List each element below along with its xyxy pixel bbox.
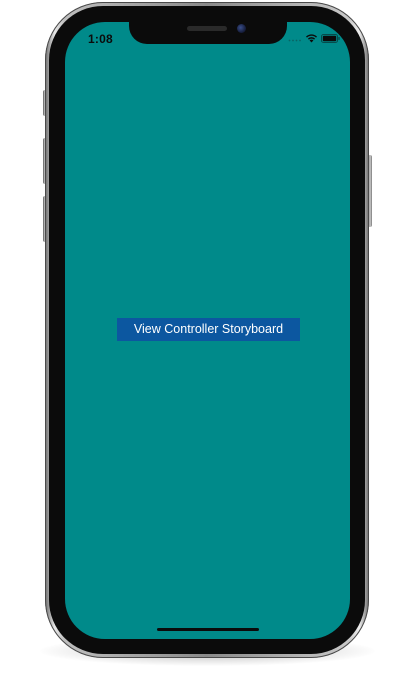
earpiece-speaker [187, 26, 227, 31]
battery-icon [321, 34, 340, 43]
front-camera-icon [237, 24, 246, 33]
device-mockup: 1:08 View Controller Storyboard [0, 0, 415, 673]
status-time: 1:08 [88, 32, 113, 46]
wifi-icon [306, 34, 317, 43]
home-indicator[interactable] [157, 628, 259, 631]
cellular-signal-icon [288, 39, 301, 42]
view-controller-storyboard-button[interactable]: View Controller Storyboard [117, 318, 300, 341]
